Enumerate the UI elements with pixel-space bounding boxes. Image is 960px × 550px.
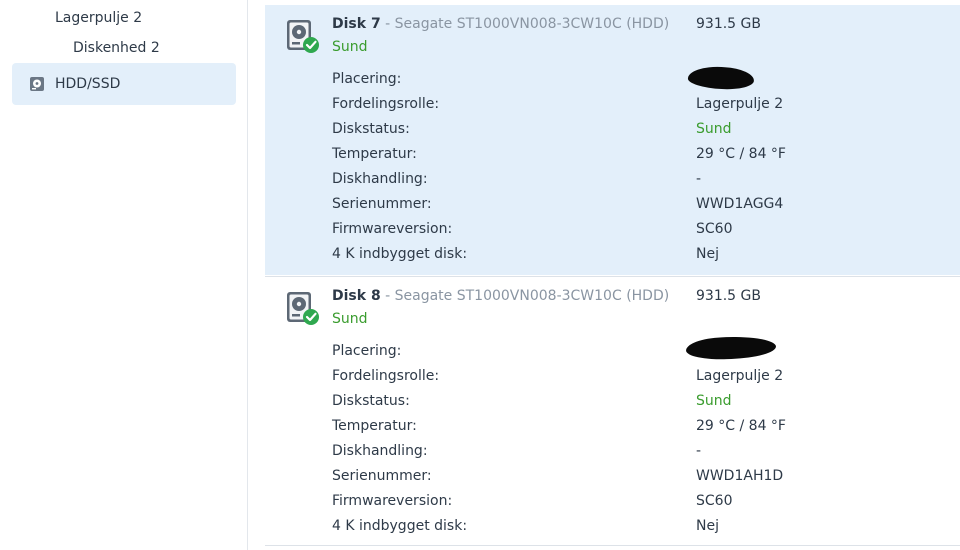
detail-row-role: Fordelingsrolle: Lagerpulje 2 <box>332 96 952 121</box>
sidebar-item-label: HDD/SSD <box>55 76 121 92</box>
disk-health-status: Sund <box>332 311 368 327</box>
detail-value: Sund <box>696 393 732 409</box>
hdd-icon <box>29 76 45 92</box>
detail-value: - <box>696 171 702 187</box>
tree-item-volume-2[interactable]: Diskenhed 2 <box>73 40 160 56</box>
detail-value: Nej <box>696 246 719 262</box>
disk-title: Disk 7 - Seagate ST1000VN008-3CW10C (HDD… <box>332 16 669 32</box>
detail-row-4k: 4 K indbygget disk: Nej <box>332 246 952 271</box>
disk-details: Placering: Fordelingsrolle: Lagerpulje 2… <box>332 71 952 271</box>
detail-row-firmware: Firmwareversion: SC60 <box>332 493 952 518</box>
disk-card-disk-8[interactable]: Disk 8 - Seagate ST1000VN008-3CW10C (HDD… <box>265 276 960 546</box>
detail-row-temperature: Temperatur: 29 °C / 84 °F <box>332 418 952 443</box>
detail-label: Diskstatus: <box>332 393 410 409</box>
detail-label: Serienummer: <box>332 196 432 212</box>
disk-details: Placering: Fordelingsrolle: Lagerpulje 2… <box>332 343 952 543</box>
detail-row-status: Diskstatus: Sund <box>332 121 952 146</box>
disk-model: - Seagate ST1000VN008-3CW10C (HDD) <box>380 288 670 304</box>
detail-value: SC60 <box>696 493 733 509</box>
detail-row-location: Placering: <box>332 71 952 96</box>
disk-title: Disk 8 - Seagate ST1000VN008-3CW10C (HDD… <box>332 288 669 304</box>
disk-card-disk-7[interactable]: Disk 7 - Seagate ST1000VN008-3CW10C (HDD… <box>265 5 960 275</box>
detail-value: 29 °C / 84 °F <box>696 418 786 434</box>
disk-name: Disk 8 <box>332 288 381 304</box>
detail-label: Temperatur: <box>332 146 417 162</box>
detail-value: WWD1AH1D <box>696 468 784 484</box>
detail-row-status: Diskstatus: Sund <box>332 393 952 418</box>
detail-value: Lagerpulje 2 <box>696 96 784 112</box>
detail-label: Diskhandling: <box>332 171 428 187</box>
detail-row-firmware: Firmwareversion: SC60 <box>332 221 952 246</box>
detail-value: WWD1AGG4 <box>696 196 784 212</box>
detail-value: 29 °C / 84 °F <box>696 146 786 162</box>
detail-label: 4 K indbygget disk: <box>332 518 468 534</box>
detail-row-temperature: Temperatur: 29 °C / 84 °F <box>332 146 952 171</box>
detail-label: 4 K indbygget disk: <box>332 246 468 262</box>
detail-value: - <box>696 443 702 459</box>
detail-row-location: Placering: <box>332 343 952 368</box>
detail-label: Firmwareversion: <box>332 493 453 509</box>
disk-size: 931.5 GB <box>696 288 761 304</box>
detail-row-role: Fordelingsrolle: Lagerpulje 2 <box>332 368 952 393</box>
detail-label: Fordelingsrolle: <box>332 96 440 112</box>
healthy-disk-icon <box>285 19 321 55</box>
detail-value: SC60 <box>696 221 733 237</box>
detail-row-serial: Serienummer: WWD1AGG4 <box>332 196 952 221</box>
sidebar: Lagerpulje 2 Diskenhed 2 HDD/SSD <box>0 0 248 550</box>
detail-row-action: Diskhandling: - <box>332 171 952 196</box>
detail-label: Firmwareversion: <box>332 221 453 237</box>
detail-row-serial: Serienummer: WWD1AH1D <box>332 468 952 493</box>
disk-size: 931.5 GB <box>696 16 761 32</box>
detail-label: Placering: <box>332 71 402 87</box>
disk-list: Disk 7 - Seagate ST1000VN008-3CW10C (HDD… <box>249 0 960 550</box>
detail-label: Temperatur: <box>332 418 417 434</box>
healthy-disk-icon <box>285 291 321 327</box>
disk-name: Disk 7 <box>332 16 381 32</box>
detail-row-action: Diskhandling: - <box>332 443 952 468</box>
detail-value: Nej <box>696 518 719 534</box>
tree-item-storage-pool-2[interactable]: Lagerpulje 2 <box>55 10 142 26</box>
detail-label: Diskhandling: <box>332 443 428 459</box>
detail-value: Lagerpulje 2 <box>696 368 784 384</box>
detail-label: Placering: <box>332 343 402 359</box>
detail-label: Fordelingsrolle: <box>332 368 440 384</box>
detail-label: Diskstatus: <box>332 121 410 137</box>
disk-health-status: Sund <box>332 39 368 55</box>
detail-row-4k: 4 K indbygget disk: Nej <box>332 518 952 543</box>
detail-label: Serienummer: <box>332 468 432 484</box>
sidebar-item-hdd-ssd[interactable]: HDD/SSD <box>12 63 236 105</box>
detail-value: Sund <box>696 121 732 137</box>
disk-model: - Seagate ST1000VN008-3CW10C (HDD) <box>380 16 670 32</box>
